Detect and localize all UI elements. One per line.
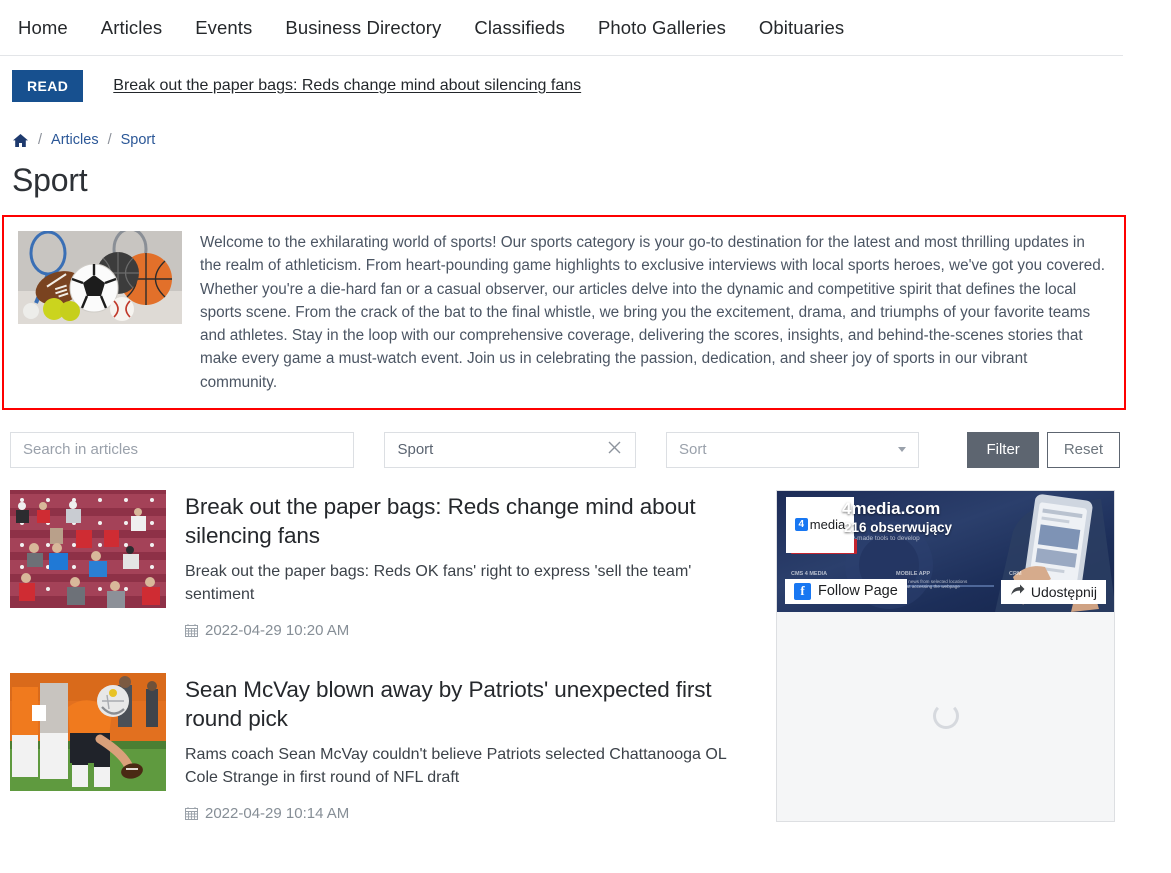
search-input-wrapper[interactable]: Search in articles — [10, 431, 355, 468]
article-body: Break out the paper bags: Reds change mi… — [185, 490, 750, 639]
read-badge: READ — [12, 70, 84, 102]
reset-button[interactable]: Reset — [1046, 431, 1120, 468]
sidebar: FIND OUT MORE CMS 4 MEDIA MOBILE APP CRM… — [776, 489, 1116, 856]
home-icon[interactable] — [12, 133, 29, 148]
filter-button[interactable]: Filter — [967, 431, 1039, 468]
ticker-headline-link[interactable]: Break out the paper bags: Reds change mi… — [113, 77, 581, 95]
cover-section-3-label: CRM — [1009, 570, 1022, 577]
article-body: Sean McVay blown away by Patriots' unexp… — [185, 673, 750, 822]
category-input-value: Sport — [397, 441, 434, 459]
nav-item-events[interactable]: Events — [195, 17, 252, 39]
facebook-icon: f — [794, 582, 811, 600]
nav-item-obituaries[interactable]: Obituaries — [759, 17, 844, 39]
article-date-text: 2022-04-29 10:20 AM — [205, 621, 350, 639]
filter-buttons: Filter Reset — [967, 431, 1120, 468]
main-content: Break out the paper bags: Reds change mi… — [0, 489, 1171, 856]
avatar-badge: 4 — [794, 518, 808, 532]
share-button[interactable]: Udostępnij — [1000, 579, 1106, 604]
calendar-icon — [185, 806, 198, 820]
category-description-text: Welcome to the exhilarating world of spo… — [200, 234, 1106, 391]
share-arrow-icon — [1010, 584, 1025, 600]
calendar-icon — [185, 623, 198, 637]
category-description-box: Welcome to the exhilarating world of spo… — [2, 215, 1126, 410]
breadcrumb-separator-1: / — [38, 132, 43, 148]
follow-page-button[interactable]: f Follow Page — [785, 578, 907, 604]
article-thumbnail[interactable] — [10, 489, 166, 608]
facebook-page-name: 4media.com — [842, 498, 941, 518]
article-date-text: 2022-04-29 10:14 AM — [205, 804, 350, 822]
article-title[interactable]: Sean McVay blown away by Patriots' unexp… — [185, 675, 750, 733]
spinner-icon — [932, 703, 959, 730]
category-image — [18, 231, 182, 324]
article-thumbnail[interactable] — [10, 672, 166, 791]
article-excerpt: Break out the paper bags: Reds OK fans' … — [185, 562, 692, 603]
chevron-down-icon — [898, 447, 907, 453]
cover-app-description: Local news from selected locations witho… — [896, 578, 968, 590]
facebook-feed-loading-area — [777, 611, 1114, 821]
nav-item-home[interactable]: Home — [18, 17, 68, 39]
nav-item-articles[interactable]: Articles — [101, 17, 162, 39]
breadcrumb-item-articles[interactable]: Articles — [51, 132, 99, 148]
cover-section-1-label: CMS 4 MEDIA — [791, 570, 828, 577]
breadcrumb-separator-2: / — [107, 132, 112, 148]
article-list: Break out the paper bags: Reds change mi… — [10, 489, 750, 856]
article-date: 2022-04-29 10:14 AM — [185, 805, 750, 822]
facebook-cover: FIND OUT MORE CMS 4 MEDIA MOBILE APP CRM… — [777, 490, 1114, 612]
article-list-item[interactable]: Break out the paper bags: Reds change mi… — [10, 489, 750, 639]
follow-page-label: Follow Page — [818, 583, 898, 600]
nav-item-business-directory[interactable]: Business Directory — [285, 17, 441, 39]
page-title: Sport — [12, 162, 88, 198]
nav-item-classifieds[interactable]: Classifieds — [474, 17, 565, 39]
search-input-placeholder: Search in articles — [23, 441, 139, 459]
avatar-label: media — [809, 517, 846, 533]
cover-section-2-label: MOBILE APP — [896, 570, 931, 577]
sort-select[interactable]: Sort — [665, 431, 920, 468]
read-ticker: READ Break out the paper bags: Reds chan… — [0, 56, 1123, 116]
facebook-page-widget: FIND OUT MORE CMS 4 MEDIA MOBILE APP CRM… — [776, 489, 1115, 822]
article-title[interactable]: Break out the paper bags: Reds change mi… — [185, 492, 750, 550]
facebook-follower-count: 216 obserwujący — [844, 519, 953, 535]
category-input-wrapper[interactable]: Sport — [384, 431, 636, 468]
nav-item-photo-galleries[interactable]: Photo Galleries — [598, 17, 726, 39]
breadcrumb-item-sport[interactable]: Sport — [121, 132, 156, 148]
main-navigation: Home Articles Events Business Directory … — [0, 0, 1123, 56]
article-date: 2022-04-29 10:20 AM — [185, 622, 750, 639]
share-label: Udostępnij — [1030, 583, 1097, 600]
article-excerpt: Rams coach Sean McVay couldn't believe P… — [185, 745, 727, 786]
close-icon[interactable] — [606, 439, 623, 460]
sort-select-placeholder: Sort — [678, 441, 707, 459]
breadcrumb: / Articles / Sport — [0, 116, 1171, 148]
article-list-item[interactable]: Sean McVay blown away by Patriots' unexp… — [10, 672, 750, 822]
filter-bar: Search in articles Sport Sort Filter Res… — [10, 431, 1120, 468]
